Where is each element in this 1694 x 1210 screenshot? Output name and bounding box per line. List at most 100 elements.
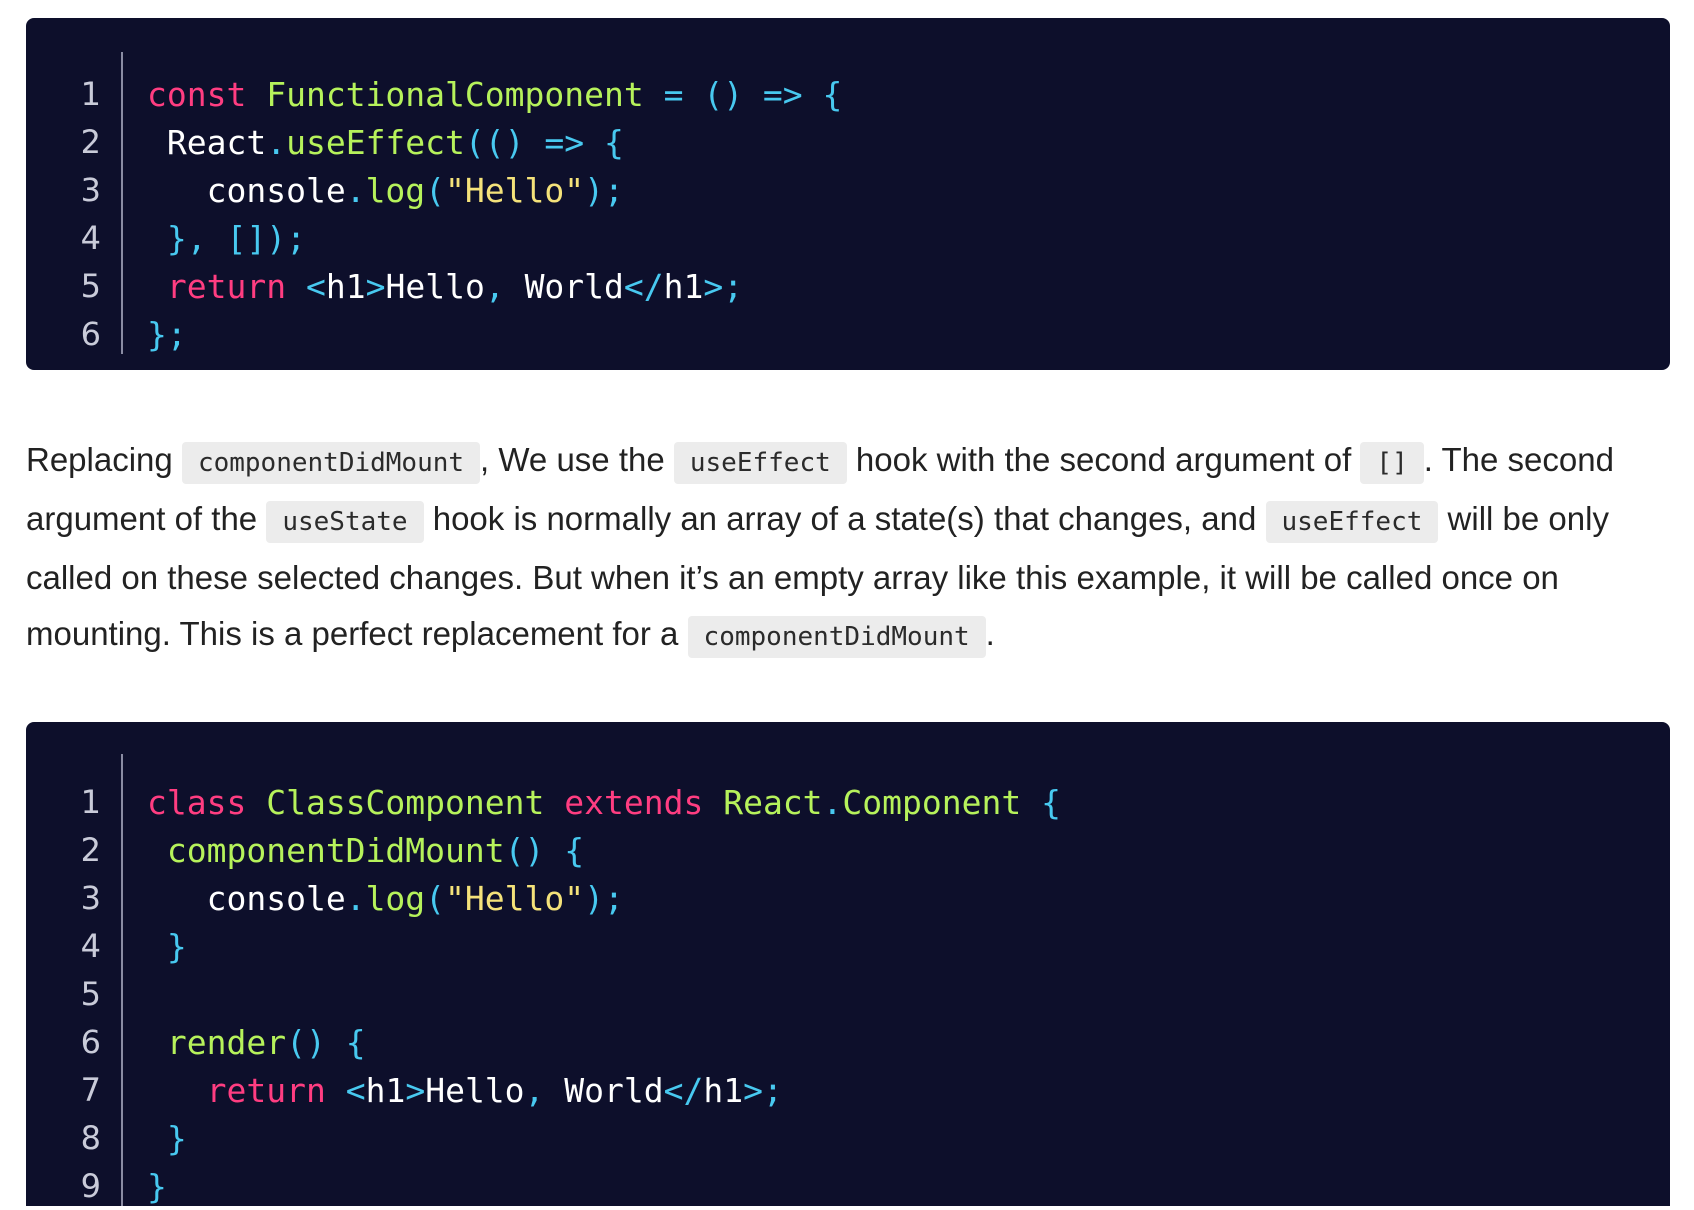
code-token: extends	[564, 782, 704, 822]
code-token: h1	[325, 266, 366, 306]
code-token: = () => {	[643, 74, 843, 114]
code-token: }	[147, 1166, 167, 1206]
code-line: 8 }	[26, 1114, 1670, 1162]
code-token: >;	[743, 1070, 783, 1110]
code-text: }	[123, 927, 187, 966]
code-lines: 1 const FunctionalComponent = () => { 2 Re…	[26, 70, 1670, 358]
code-token: React	[723, 782, 823, 822]
code-line: 2 componentDidMount() {	[26, 826, 1670, 874]
code-token: </	[663, 1070, 704, 1110]
code-token: componentDidMount	[166, 830, 505, 870]
code-token: return	[206, 1070, 326, 1110]
paragraph-text: hook with the second argument of	[846, 441, 1361, 478]
code-token: ,	[524, 1070, 565, 1110]
line-number: 9	[80, 1167, 101, 1205]
code-text: render() {	[123, 1023, 366, 1062]
code-token: log	[365, 878, 426, 918]
code-token: h1	[703, 1070, 744, 1110]
code-token: (	[425, 170, 446, 210]
code-line: 4 }, []);	[26, 214, 1670, 262]
code-block-class: 1 class ClassComponent extends React.Comp…	[26, 722, 1670, 1206]
explanation-paragraph: Replacing componentDidMount, We use the …	[26, 432, 1676, 665]
code-line: 1 class ClassComponent extends React.Comp…	[26, 778, 1670, 826]
inline-code: useEffect	[673, 442, 847, 484]
gutter-divider	[121, 52, 123, 354]
code-token: World	[564, 1070, 664, 1110]
code-token: </	[623, 266, 664, 306]
code-text: }, []);	[123, 219, 306, 258]
code-text: componentDidMount() {	[123, 831, 584, 870]
code-token: >	[405, 1070, 426, 1110]
inline-code: []	[1360, 442, 1424, 484]
inline-code: componentDidMount	[687, 616, 986, 658]
code-line: 5	[26, 970, 1670, 1018]
code-token: <	[305, 266, 326, 306]
code-line: 9}	[26, 1162, 1670, 1210]
code-token: h1	[365, 1070, 406, 1110]
line-number: 2	[80, 831, 101, 869]
paragraph-text: , We use the	[480, 441, 674, 478]
line-number: 7	[80, 1071, 101, 1109]
gutter-divider	[121, 754, 123, 1206]
code-text: React.useEffect(() => {	[123, 123, 624, 162]
code-token: console	[206, 878, 346, 918]
code-token: <	[345, 1070, 366, 1110]
code-line: 7 return <h1>Hello, World</h1>;	[26, 1066, 1670, 1114]
code-token: .	[345, 878, 366, 918]
code-token: () {	[504, 830, 585, 870]
line-number: 5	[80, 267, 101, 305]
code-line: 3 console.log("Hello");	[26, 874, 1670, 922]
code-token: );	[584, 878, 624, 918]
inline-code: componentDidMount	[181, 442, 481, 484]
line-number: 4	[80, 927, 101, 965]
code-token: {	[1021, 782, 1061, 822]
line-number: 3	[80, 171, 101, 209]
code-token: log	[365, 170, 426, 210]
code-text: }	[123, 1167, 167, 1206]
code-token: ClassComponent	[266, 782, 545, 822]
code-token: Component	[842, 782, 1022, 822]
code-token: console	[206, 170, 346, 210]
code-block-functional: 1 const FunctionalComponent = () => { 2 Re…	[26, 18, 1670, 370]
code-token: World	[524, 266, 624, 306]
code-text: const FunctionalComponent = () => {	[123, 75, 842, 114]
code-line: 6};	[26, 310, 1670, 358]
code-token: "Hello"	[445, 878, 585, 918]
code-token: "Hello"	[445, 170, 585, 210]
code-text: console.log("Hello");	[123, 879, 624, 918]
code-token: FunctionalComponent	[266, 74, 644, 114]
code-token: React	[166, 122, 267, 162]
code-token: }, []);	[166, 218, 306, 258]
code-token: return	[166, 266, 287, 306]
code-token: h1	[663, 266, 704, 306]
code-text: return <h1>Hello, World</h1>;	[123, 1071, 783, 1110]
code-line: 4 }	[26, 922, 1670, 970]
code-token: Hello	[425, 1070, 525, 1110]
code-token: class	[147, 782, 247, 822]
code-line: 3 console.log("Hello");	[26, 166, 1670, 214]
line-number: 4	[80, 219, 101, 257]
code-token: .	[345, 170, 366, 210]
code-token: ,	[484, 266, 525, 306]
code-line: 6 render() {	[26, 1018, 1670, 1066]
code-token: .	[822, 782, 843, 822]
inline-code: useEffect	[1265, 501, 1439, 543]
code-token: }	[166, 1118, 187, 1158]
code-line: 1 const FunctionalComponent = () => {	[26, 70, 1670, 118]
line-number: 5	[80, 975, 101, 1013]
line-number: 6	[80, 315, 101, 353]
code-text: };	[123, 315, 187, 354]
code-text: }	[123, 1119, 187, 1158]
line-number: 2	[80, 123, 101, 161]
code-token: >;	[703, 266, 744, 306]
